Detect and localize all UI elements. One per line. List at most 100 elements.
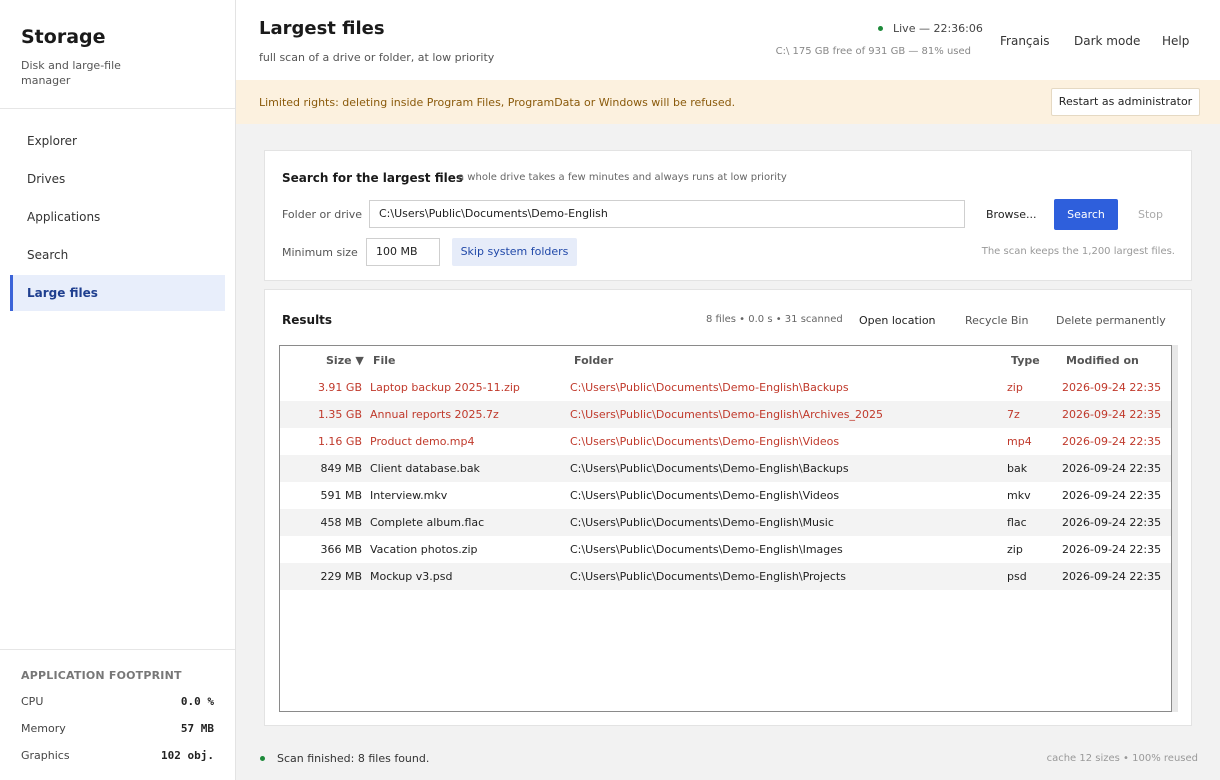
page-subtitle: full scan of a drive or folder, at low p… [259, 51, 495, 64]
table-row[interactable]: 1.16 GB Product demo.mp4 C:\Users\Public\D… [280, 428, 1171, 455]
brand: Storage Disk and large-file manager [0, 0, 235, 109]
footprint-row-memory: Memory 57 MB [21, 722, 214, 749]
cell-size: 229 MB [320, 570, 362, 583]
cell-file: Product demo.mp4 [370, 435, 475, 448]
live-indicator: Live — 22:36:06 [878, 22, 983, 35]
cell-folder: C:\Users\Public\Documents\Demo-English\P… [570, 570, 846, 583]
brand-subtitle: Disk and large-file manager [21, 59, 121, 87]
cell-modified: 2026-09-24 22:35 [1062, 462, 1162, 475]
cell-type: bak [1007, 462, 1028, 475]
delete-permanently-button[interactable]: Delete permanently [1056, 314, 1166, 327]
cell-file: Interview.mkv [370, 489, 448, 502]
column-size[interactable]: Size ▼ [326, 354, 364, 367]
results-stats: 8 files • 0.0 s • 31 scanned [706, 314, 843, 325]
cell-size: 1.16 GB [317, 435, 362, 448]
help-button[interactable]: Help [1162, 34, 1189, 48]
column-modified[interactable]: Modified on [1066, 354, 1139, 367]
cell-type: psd [1007, 570, 1027, 583]
cell-folder: C:\Users\Public\Documents\Demo-English\V… [570, 435, 840, 448]
recycle-bin-button[interactable]: Recycle Bin [965, 314, 1028, 327]
sidebar-item-drives[interactable]: Drives [10, 161, 225, 197]
sidebar-item-large-files[interactable]: Large files [10, 275, 225, 311]
column-type[interactable]: Type [1011, 354, 1040, 367]
footprint-title: APPLICATION FOOTPRINT [21, 669, 182, 682]
language-button[interactable]: Français [1000, 34, 1049, 48]
cell-file: Vacation photos.zip [370, 543, 478, 556]
cell-folder: C:\Users\Public\Documents\Demo-English\B… [570, 462, 849, 475]
cell-modified: 2026-09-24 22:35 [1062, 435, 1162, 448]
cell-size: 591 MB [320, 489, 362, 502]
sidebar: Storage Disk and large-file manager Expl… [0, 0, 236, 780]
stop-button[interactable]: Stop [1138, 208, 1163, 221]
status-text: Scan finished: 8 files found. [277, 752, 430, 765]
table-row[interactable]: 591 MB Interview.mkv C:\Users\Public\Docum… [280, 482, 1171, 509]
table-scrollbar[interactable] [1172, 345, 1178, 712]
status-dot-icon [260, 755, 265, 761]
cell-folder: C:\Users\Public\Documents\Demo-English\M… [570, 516, 834, 529]
scan-note: The scan keeps the 1,200 largest files. [981, 246, 1175, 257]
table-row[interactable]: 3.91 GB Laptop backup 2025-11.zip C:\Users… [280, 374, 1171, 401]
table-row[interactable]: 1.35 GB Annual reports 2025.7z C:\Users\Pu… [280, 401, 1171, 428]
page-header: Largest files full scan of a drive or fo… [236, 0, 1220, 80]
column-file[interactable]: File [373, 354, 396, 367]
cell-size: 849 MB [320, 462, 362, 475]
table-row[interactable]: 366 MB Vacation photos.zip C:\Users\Public… [280, 536, 1171, 563]
app-footprint: APPLICATION FOOTPRINT CPU 0.0 % Memory 5… [0, 649, 235, 780]
browse-button[interactable]: Browse... [986, 208, 1037, 221]
restart-admin-button[interactable]: Restart as administrator [1051, 88, 1200, 116]
folder-input[interactable]: C:\Users\Public\Documents\Demo-English [369, 200, 965, 228]
min-size-label: Minimum size [282, 246, 358, 259]
footprint-value: 0.0 % [180, 695, 214, 708]
search-button[interactable]: Search [1054, 199, 1118, 230]
footprint-value: 57 MB [180, 722, 214, 735]
cell-folder: C:\Users\Public\Documents\Demo-English\I… [570, 543, 843, 556]
sidebar-item-explorer[interactable]: Explorer [10, 123, 225, 159]
table-row[interactable]: 849 MB Client database.bak C:\Users\Public… [280, 455, 1171, 482]
sidebar-item-search[interactable]: Search [10, 237, 225, 273]
cell-file: Annual reports 2025.7z [370, 408, 499, 421]
cell-modified: 2026-09-24 22:35 [1062, 408, 1162, 421]
cell-type: zip [1007, 381, 1023, 394]
cell-modified: 2026-09-24 22:35 [1062, 516, 1162, 529]
cell-modified: 2026-09-24 22:35 [1062, 570, 1162, 583]
cell-size: 366 MB [320, 543, 362, 556]
cell-size: 1.35 GB [317, 408, 362, 421]
cell-modified: 2026-09-24 22:35 [1062, 381, 1162, 394]
cell-file: Laptop backup 2025-11.zip [370, 381, 520, 394]
cell-folder: C:\Users\Public\Documents\Demo-English\V… [570, 489, 840, 502]
table-row[interactable]: 229 MB Mockup v3.psd C:\Users\Public\Docum… [280, 563, 1171, 590]
footprint-row-cpu: CPU 0.0 % [21, 695, 214, 722]
cell-type: flac [1007, 516, 1027, 529]
banner-text: Limited rights: deleting inside Program … [259, 96, 736, 109]
skip-system-folders-toggle[interactable]: Skip system folders [452, 238, 577, 266]
dark-mode-button[interactable]: Dark mode [1074, 34, 1140, 48]
footprint-row-graphics: Graphics 102 obj. [21, 749, 214, 776]
search-card: Search for the largest files a whole dri… [264, 150, 1192, 281]
results-table: Size ▼ File Folder Type Modified on 3.91… [279, 345, 1172, 712]
status-bar: Scan finished: 8 files found. [260, 752, 429, 765]
cell-type: 7z [1007, 408, 1020, 421]
cell-type: mkv [1007, 489, 1031, 502]
cell-type: zip [1007, 543, 1023, 556]
folder-label: Folder or drive [282, 208, 363, 221]
table-header: Size ▼ File Folder Type Modified on [280, 346, 1171, 374]
open-location-button[interactable]: Open location [859, 314, 936, 327]
rights-warning-banner: Limited rights: deleting inside Program … [236, 80, 1220, 124]
sidebar-item-applications[interactable]: Applications [10, 199, 225, 235]
cell-size: 458 MB [320, 516, 362, 529]
cell-folder: C:\Users\Public\Documents\Demo-English\A… [570, 408, 883, 421]
disk-usage: C:\ 175 GB free of 931 GB — 81% used [775, 46, 971, 57]
cell-file: Mockup v3.psd [370, 570, 453, 583]
column-folder[interactable]: Folder [574, 354, 613, 367]
cell-modified: 2026-09-24 22:35 [1062, 489, 1162, 502]
min-size-input[interactable]: 100 MB [366, 238, 440, 266]
footprint-label: CPU [21, 695, 44, 708]
footprint-value: 102 obj. [161, 749, 214, 762]
cell-size: 3.91 GB [317, 381, 362, 394]
cell-folder: C:\Users\Public\Documents\Demo-English\B… [570, 381, 849, 394]
search-title: Search for the largest files [282, 171, 463, 185]
cell-type: mp4 [1007, 435, 1032, 448]
live-dot-icon [878, 25, 883, 31]
cell-modified: 2026-09-24 22:35 [1062, 543, 1162, 556]
table-row[interactable]: 458 MB Complete album.flac C:\Users\Public… [280, 509, 1171, 536]
